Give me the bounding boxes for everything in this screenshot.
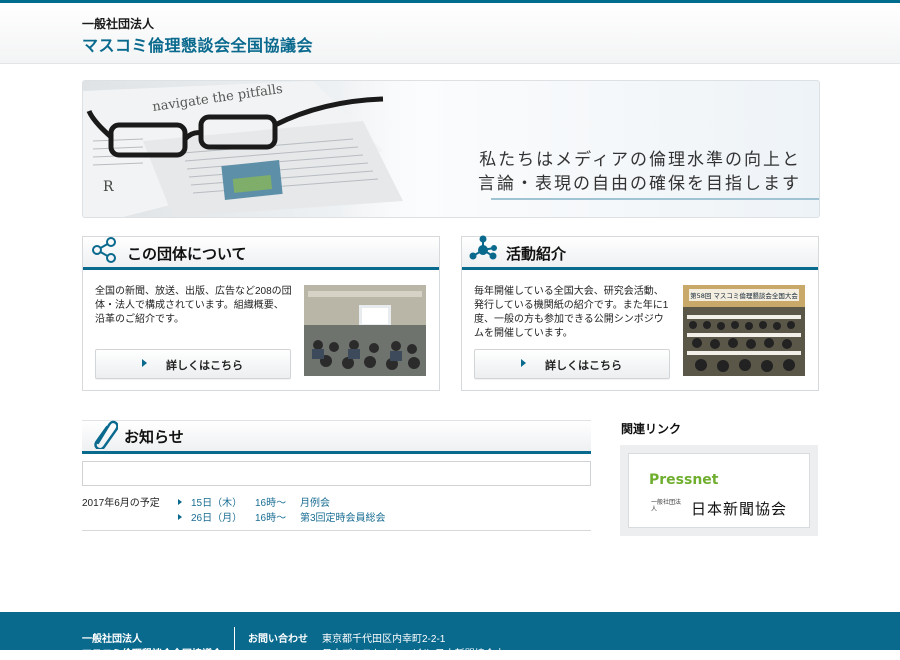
chevron-right-icon <box>142 359 147 367</box>
news-item-event: 月例会 <box>300 498 330 509</box>
activities-more-label: 詳しくはこちら <box>545 360 622 372</box>
news-divider <box>82 530 591 531</box>
pressnet-logo: Pressnet <box>649 472 719 488</box>
about-more-label: 詳しくはこちら <box>166 360 243 372</box>
about-card: この団体について 全国の新聞、放送、出版、広告など208の団体・法人で構成されて… <box>82 236 440 391</box>
about-card-title: この団体について <box>127 246 247 263</box>
share-nodes-icon <box>92 237 116 263</box>
network-hub-icon <box>469 235 497 260</box>
about-more-button[interactable]: 詳しくはこちら <box>95 349 291 379</box>
news-empty-box <box>82 461 591 486</box>
about-card-text: 全国の新聞、放送、出版、広告など208の団体・法人で構成されています。組織概要、… <box>95 286 292 325</box>
chevron-right-icon <box>178 499 182 505</box>
footer-address-line2: 日本プレスセンタービル 日本新聞協会内 <box>322 649 505 660</box>
hero-headline-line2: 言論・表現の自由の確保を目指します <box>478 174 801 194</box>
related-links-title: 関連リンク <box>621 422 682 436</box>
activities-card-header: 活動紹介 <box>462 235 818 270</box>
about-card-header: この団体について <box>83 237 439 270</box>
news-month-label: 2017年6月の予定 <box>82 498 160 509</box>
activities-more-button[interactable]: 詳しくはこちら <box>474 349 670 379</box>
activities-card-text: 毎年開催している全国大会、研究会活動、発行している機関紙の紹介です。また年に1度… <box>474 286 669 339</box>
nsk-banner-link[interactable]: Pressnet 一般社団法人 日本新聞協会 <box>628 453 810 528</box>
nsk-logo-name: 日本新聞協会 <box>691 500 788 518</box>
hero-divider <box>491 198 819 200</box>
paperclip-icon <box>94 420 118 449</box>
news-item-event: 第3回定時会員総会 <box>300 513 386 524</box>
activities-card: 活動紹介 毎年開催している全国大会、研究会活動、発行している機関紙の紹介です。ま… <box>461 235 819 391</box>
activities-card-title: 活動紹介 <box>506 246 567 263</box>
news-item-time: 16時～ <box>255 498 287 509</box>
related-links-box: Pressnet 一般社団法人 日本新聞協会 <box>620 445 818 536</box>
conference-photo: 第58回 マスコミ倫理懇談会全国大会 <box>683 285 805 376</box>
footer-address-line1: 東京都千代田区内幸町2-2-1 <box>322 634 446 645</box>
site-header: 一般社団法人 マスコミ倫理懇談会全国協議会 <box>0 3 900 64</box>
news-item-date: 26日（月） <box>191 513 243 524</box>
news-item-date: 15日（木） <box>191 498 243 509</box>
footer-org-name: マスコミ倫理懇談会全国協議会 <box>82 649 222 660</box>
conference-banner-text: 第58回 マスコミ倫理懇談会全国大会 <box>690 291 798 300</box>
footer-org-type: 一般社団法人 <box>82 634 142 645</box>
site-footer: 一般社団法人 マスコミ倫理懇談会全国協議会 お問い合わせ 東京都千代田区内幸町2… <box>0 612 900 660</box>
newspaper-glasses-image: navigate the pitfalls R <box>83 81 423 217</box>
chevron-right-icon <box>178 514 182 520</box>
chevron-right-icon <box>521 359 526 367</box>
news-title: お知らせ <box>124 429 184 446</box>
hero-headline-line1: 私たちはメディアの倫理水準の向上と <box>479 150 801 170</box>
site-logo-title[interactable]: マスコミ倫理懇談会全国協議会 <box>82 32 313 56</box>
org-type-label: 一般社団法人 <box>82 17 155 31</box>
news-item-time: 16時～ <box>255 513 287 524</box>
nsk-org-type: 一般社団法人 <box>651 500 682 513</box>
news-header: お知らせ <box>82 420 591 454</box>
svg-text:R: R <box>103 179 114 195</box>
meeting-room-photo <box>304 285 426 376</box>
news-item[interactable]: 26日（月） 16時～ 第3回定時会員総会 <box>178 509 386 524</box>
news-item[interactable]: 15日（木） 16時～ 月例会 <box>178 494 330 509</box>
footer-contact-label: お問い合わせ <box>248 634 308 645</box>
footer-divider <box>234 627 235 657</box>
hero-banner: navigate the pitfalls R 私たちはメディアの倫理水準の向上… <box>82 80 820 218</box>
